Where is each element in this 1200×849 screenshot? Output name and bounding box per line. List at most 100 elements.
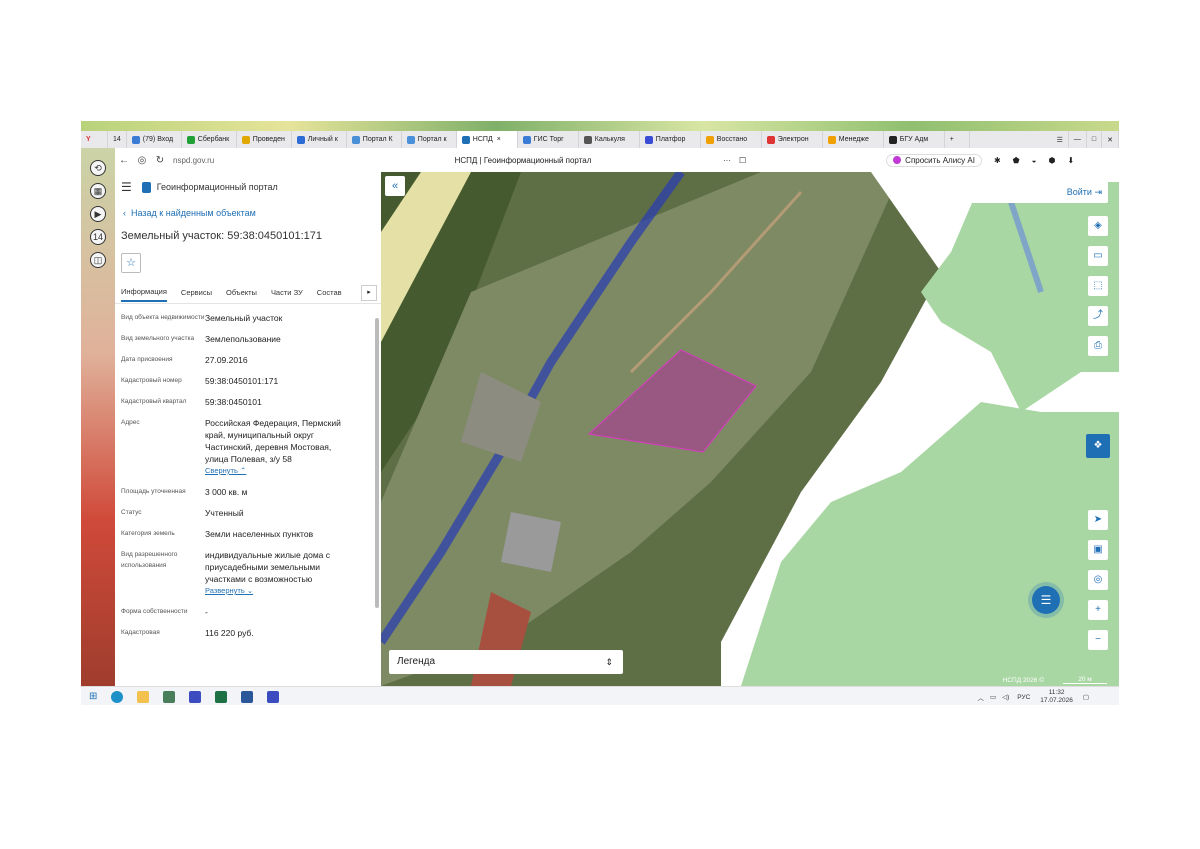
- volume-icon[interactable]: ◁): [1002, 693, 1009, 701]
- back-arrow-icon[interactable]: ←: [115, 155, 133, 166]
- extension-icon[interactable]: ✱: [994, 156, 1001, 165]
- tab-0[interactable]: 14: [108, 131, 127, 148]
- map-view[interactable]: « Войти ⇥ ◈ ▭ ⬚ ⤴ ⎙ ❖ ➤ ▣ ◎ + − ☰ Легенд…: [381, 172, 1119, 686]
- tab-bar: Y 14 (79) Вход Сбербанк Проведен Личный …: [81, 131, 1119, 148]
- tab-services[interactable]: Сервисы: [181, 288, 212, 301]
- legend-dropdown[interactable]: Легенда ⇕: [389, 650, 623, 674]
- play-icon[interactable]: ▶: [90, 206, 106, 222]
- tab-7[interactable]: НСПД ×: [456, 131, 518, 148]
- yandex-browser-icon[interactable]: [189, 690, 202, 703]
- tabs-next-icon[interactable]: ▸: [361, 285, 377, 301]
- tab-label: Личный к: [307, 136, 338, 143]
- attr-label: Вид земельного участка: [121, 335, 195, 342]
- chat-icon[interactable]: ☰: [1032, 586, 1060, 614]
- word-icon[interactable]: [241, 690, 254, 703]
- screenshot-icon[interactable]: ◫: [90, 252, 106, 268]
- extension-icon[interactable]: ◒: [1032, 156, 1037, 165]
- tab-13[interactable]: Менедже: [823, 131, 884, 148]
- tab-composition[interactable]: Состав: [317, 288, 342, 301]
- share-icon[interactable]: ⤴: [1088, 306, 1108, 326]
- print-icon[interactable]: ⎙: [1088, 336, 1108, 356]
- zoom-out-icon[interactable]: −: [1088, 630, 1108, 650]
- chevron-updown-icon: ⇕: [605, 657, 613, 667]
- bookmark-icon[interactable]: ☐: [739, 156, 746, 165]
- scale-bar: 20 м: [1063, 676, 1107, 684]
- tab-9[interactable]: Калькуля: [579, 131, 640, 148]
- navigate-icon[interactable]: ➤: [1088, 510, 1108, 530]
- extension-icon[interactable]: ⬢: [1048, 156, 1055, 165]
- edge-icon[interactable]: [111, 690, 124, 703]
- menu-icon[interactable]: ☰: [1052, 131, 1069, 148]
- close-tab-icon[interactable]: ×: [497, 136, 501, 143]
- calculator-icon[interactable]: [163, 690, 176, 703]
- yandex-browser-icon[interactable]: [267, 690, 280, 703]
- attr-row: Статус Учтенный: [121, 507, 381, 519]
- tab-info[interactable]: Информация: [121, 287, 167, 302]
- start-icon[interactable]: ⊞: [89, 691, 97, 702]
- screen: ⟲ ▦ ▶ 14 ◫ Y 14 (79) Вход Сбербанк Прове…: [81, 131, 1119, 705]
- tab-4[interactable]: Личный к: [292, 131, 347, 148]
- attr-label: Дата присвоения: [121, 356, 173, 363]
- attr-row: Дата присвоения 27.09.2016: [121, 354, 381, 366]
- tab-3[interactable]: Проведен: [237, 131, 292, 148]
- portal-logo-icon: [141, 181, 151, 193]
- new-tab-icon[interactable]: +: [945, 131, 970, 148]
- tab-11[interactable]: Восстано: [701, 131, 762, 148]
- tray-arrow-icon[interactable]: ︿: [977, 692, 984, 702]
- attr-value: индивидуальные жилые дома с приусадебным…: [205, 550, 330, 584]
- download-icon[interactable]: ⬇: [1067, 156, 1074, 165]
- zoom-in-icon[interactable]: +: [1088, 600, 1108, 620]
- back-link[interactable]: ‹ Назад к найденным объектам: [115, 208, 381, 218]
- collections-icon[interactable]: ▦: [90, 183, 106, 199]
- alice-button[interactable]: Спросить Алису AI: [886, 153, 982, 167]
- clock[interactable]: 11:32 17.07.2026: [1040, 689, 1073, 705]
- tab-favicon-icon: [705, 135, 714, 144]
- legend-label: Легенда: [397, 656, 436, 667]
- ruler-icon[interactable]: ▭: [1088, 246, 1108, 266]
- browser-menu-icon[interactable]: Y: [81, 131, 108, 148]
- tab-5[interactable]: Портал К: [347, 131, 402, 148]
- tab-10[interactable]: Платфор: [640, 131, 701, 148]
- tab-favicon-icon: [461, 135, 470, 144]
- tab-2[interactable]: Сбербанк: [182, 131, 237, 148]
- notifications-icon[interactable]: ▢: [1083, 693, 1089, 701]
- tab-objects[interactable]: Объекты: [226, 288, 257, 301]
- extension-icon[interactable]: ⬟: [1013, 156, 1020, 165]
- hamburger-icon[interactable]: ☰: [121, 180, 132, 194]
- tab-1[interactable]: (79) Вход: [127, 131, 182, 148]
- select-area-icon[interactable]: ⬚: [1088, 276, 1108, 296]
- tab-6[interactable]: Портал к: [402, 131, 457, 148]
- tab-8[interactable]: ГИС Торг: [518, 131, 579, 148]
- tab-14[interactable]: БГУ Адм: [884, 131, 945, 148]
- expand-link[interactable]: Развернуть ⌄: [205, 585, 355, 597]
- reload-icon[interactable]: ↻: [151, 155, 169, 166]
- minimap-icon[interactable]: ▣: [1088, 540, 1108, 560]
- login-button[interactable]: Войти ⇥: [953, 181, 1108, 203]
- url-field[interactable]: nspd.gov.ru: [173, 156, 283, 165]
- history-icon[interactable]: ⟲: [90, 160, 106, 176]
- attr-row: Кадастровая 116 220 руб.: [121, 627, 381, 639]
- maximize-icon[interactable]: □: [1087, 131, 1103, 148]
- tab-12[interactable]: Электрон: [762, 131, 823, 148]
- language-indicator[interactable]: РУС: [1017, 694, 1030, 701]
- alice-icon: [893, 156, 902, 164]
- geolocation-icon[interactable]: ◎: [1088, 570, 1108, 590]
- close-window-icon[interactable]: ✕: [1102, 131, 1119, 148]
- layers-icon[interactable]: ◈: [1088, 216, 1108, 236]
- protect-icon[interactable]: ◎: [133, 155, 151, 166]
- panel-scrollbar[interactable]: [375, 318, 379, 608]
- tab-favicon-icon: [241, 135, 250, 144]
- excel-icon[interactable]: [215, 690, 228, 703]
- explorer-icon[interactable]: [137, 690, 150, 703]
- services-icon[interactable]: ❖: [1086, 434, 1110, 458]
- calendar-icon[interactable]: 14: [90, 229, 106, 245]
- collapse-link[interactable]: Свернуть ⌃: [205, 465, 355, 477]
- attr-value: Учтенный: [205, 508, 244, 518]
- favorite-star-icon[interactable]: ☆: [121, 253, 141, 273]
- collapse-panel-icon[interactable]: «: [385, 176, 405, 196]
- network-icon[interactable]: ▭: [990, 693, 996, 701]
- login-label: Войти: [1066, 187, 1092, 197]
- minimize-icon[interactable]: —: [1069, 131, 1087, 148]
- more-icon[interactable]: ···: [723, 156, 731, 165]
- tab-parts[interactable]: Части ЗУ: [271, 288, 303, 301]
